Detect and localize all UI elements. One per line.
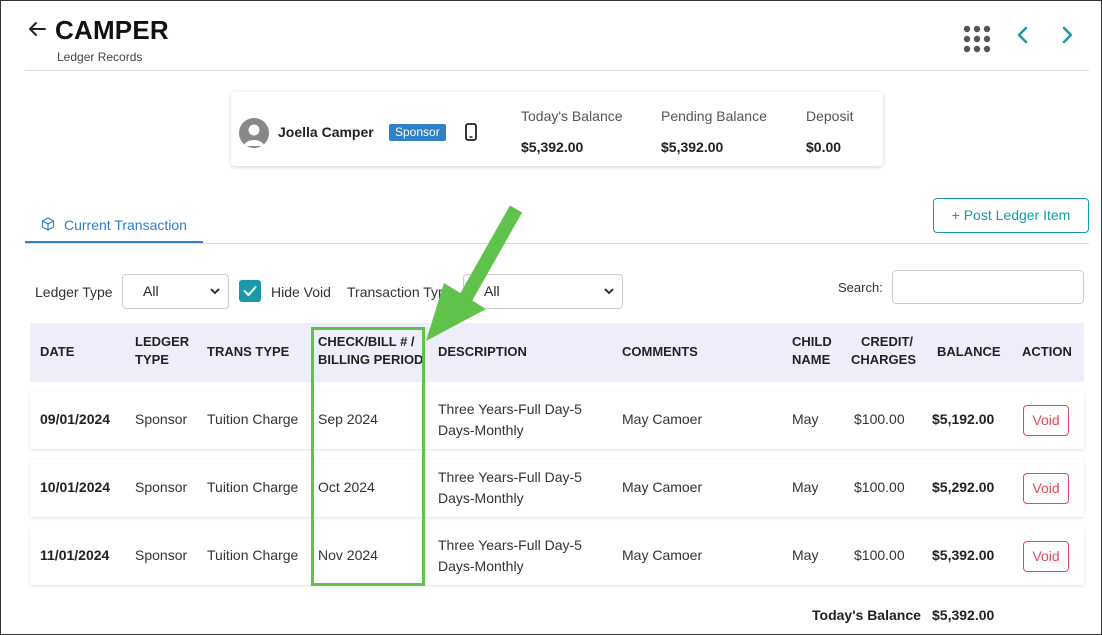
- col-trans-type[interactable]: TRANS TYPE: [207, 343, 289, 361]
- transaction-type-label: Transaction Type: [347, 284, 454, 300]
- ledger-type-select[interactable]: All: [122, 274, 229, 309]
- tab-divider: [25, 243, 1089, 244]
- row-description-line1: Three Years-Full Day-5: [438, 401, 582, 417]
- void-button[interactable]: Void: [1023, 541, 1069, 572]
- row-trans-type: Tuition Charge: [207, 479, 299, 495]
- chevron-right-icon[interactable]: [1057, 23, 1077, 47]
- tab-current-transaction[interactable]: Current Transaction: [25, 207, 203, 243]
- check-icon: [243, 286, 257, 296]
- col-child-line1: CHILD: [792, 334, 832, 349]
- row-balance: $5,392.00: [932, 547, 995, 563]
- ledger-type-value: All: [143, 283, 159, 299]
- row-comments: May Camoer: [622, 479, 703, 495]
- footer-balance-label: Today's Balance: [812, 607, 921, 623]
- user-silhouette-icon: [244, 124, 264, 146]
- camper-summary-card: Joella Camper Sponsor Today's Balance $5…: [231, 92, 883, 166]
- row-billing-period: Oct 2024: [318, 479, 375, 495]
- col-check-line2: BILLING PERIOD: [318, 352, 424, 367]
- col-ledger-type-line1: LEDGER: [135, 334, 190, 349]
- row-child-name: May: [792, 479, 819, 495]
- col-check-billing[interactable]: CHECK/BILL # / BILLING PERIOD: [318, 333, 423, 369]
- apps-grid-icon[interactable]: [963, 25, 991, 53]
- tab-label: Current Transaction: [64, 217, 187, 233]
- col-ledger-type-line2: TYPE: [135, 352, 169, 367]
- row-comments: May Camoer: [622, 547, 703, 563]
- col-child-name[interactable]: CHILD NAME: [792, 333, 832, 369]
- transaction-type-value: All: [484, 283, 500, 299]
- mobile-phone-icon[interactable]: [465, 123, 477, 141]
- col-credit-line1: CREDIT/: [861, 334, 913, 349]
- row-comments: May Camoer: [622, 411, 703, 427]
- col-check-line1: CHECK/BILL # /: [318, 334, 415, 349]
- col-child-line2: NAME: [792, 352, 831, 367]
- page-title: CAMPER: [55, 15, 169, 45]
- avatar: [239, 118, 269, 148]
- todays-balance-label: Today's Balance: [521, 108, 623, 124]
- col-date[interactable]: DATE: [40, 343, 74, 361]
- row-child-name: May: [792, 547, 819, 563]
- row-balance: $5,192.00: [932, 411, 995, 427]
- row-ledger-type: Sponsor: [135, 479, 188, 495]
- void-button[interactable]: Void: [1023, 473, 1069, 504]
- row-charges: $100.00: [854, 547, 905, 563]
- search-label: Search:: [838, 280, 883, 295]
- row-balance: $5,292.00: [932, 479, 995, 495]
- col-credit-line2: CHARGES: [851, 352, 917, 367]
- pending-balance-label: Pending Balance: [661, 108, 767, 124]
- row-description-line2: Days-Monthly: [438, 490, 524, 506]
- row-description-line1: Three Years-Full Day-5: [438, 537, 582, 553]
- pending-balance-value: $5,392.00: [661, 139, 724, 155]
- table-row: 10/01/2024 Sponsor Tuition Charge Oct 20…: [30, 459, 1084, 517]
- cube-icon: [41, 217, 55, 231]
- ledger-type-label: Ledger Type: [35, 284, 113, 300]
- col-balance[interactable]: BALANCE: [937, 343, 1001, 361]
- col-description[interactable]: DESCRIPTION: [438, 343, 527, 361]
- page-header: CAMPER Ledger Records: [25, 13, 1089, 71]
- chevron-down-icon: [604, 288, 614, 295]
- row-description-line2: Days-Monthly: [438, 558, 524, 574]
- void-button[interactable]: Void: [1023, 405, 1069, 436]
- row-date: 10/01/2024: [40, 479, 111, 495]
- row-child-name: May: [792, 411, 819, 427]
- table-header: DATE LEDGER TYPE TRANS TYPE CHECK/BILL #…: [30, 323, 1084, 382]
- col-action: ACTION: [1022, 344, 1072, 359]
- post-ledger-item-button[interactable]: + Post Ledger Item: [933, 198, 1089, 233]
- row-charges: $100.00: [854, 411, 905, 427]
- deposit-label: Deposit: [806, 108, 854, 124]
- footer-balance-value: $5,392.00: [932, 607, 995, 623]
- back-arrow-icon[interactable]: [25, 17, 49, 41]
- table-row: 09/01/2024 Sponsor Tuition Charge Sep 20…: [30, 391, 1084, 449]
- col-credit-charges[interactable]: CREDIT/ CHARGES: [851, 333, 917, 369]
- row-date: 11/01/2024: [40, 547, 110, 563]
- row-description: Three Years-Full Day-5 Days-Monthly: [438, 399, 582, 441]
- table-row: 11/01/2024 Sponsor Tuition Charge Nov 20…: [30, 527, 1084, 585]
- row-billing-period: Sep 2024: [318, 411, 378, 427]
- col-ledger-type[interactable]: LEDGER TYPE: [135, 333, 189, 369]
- row-description: Three Years-Full Day-5 Days-Monthly: [438, 535, 582, 577]
- row-description-line2: Days-Monthly: [438, 422, 524, 438]
- hide-void-checkbox[interactable]: [239, 280, 261, 302]
- camper-name[interactable]: Joella Camper: [278, 124, 374, 140]
- row-charges: $100.00: [854, 479, 905, 495]
- col-comments[interactable]: COMMENTS: [622, 343, 698, 361]
- row-description: Three Years-Full Day-5 Days-Monthly: [438, 467, 582, 509]
- search-input[interactable]: [892, 270, 1084, 304]
- row-description-line1: Three Years-Full Day-5: [438, 469, 582, 485]
- page-subtitle: Ledger Records: [57, 50, 143, 64]
- todays-balance-value: $5,392.00: [521, 139, 584, 155]
- row-ledger-type: Sponsor: [135, 547, 188, 563]
- deposit-value: $0.00: [806, 139, 842, 155]
- row-trans-type: Tuition Charge: [207, 411, 299, 427]
- chevron-down-icon: [210, 288, 220, 295]
- row-trans-type: Tuition Charge: [207, 547, 299, 563]
- app-frame: CAMPER Ledger Records Joella Camper Spon…: [0, 0, 1102, 635]
- chevron-left-icon[interactable]: [1013, 23, 1033, 47]
- row-billing-period: Nov 2024: [318, 547, 378, 563]
- transaction-type-select[interactable]: All: [463, 274, 623, 309]
- row-ledger-type: Sponsor: [135, 411, 188, 427]
- sponsor-badge: Sponsor: [389, 124, 446, 141]
- hide-void-label[interactable]: Hide Void: [271, 284, 331, 300]
- row-date: 09/01/2024: [40, 411, 111, 427]
